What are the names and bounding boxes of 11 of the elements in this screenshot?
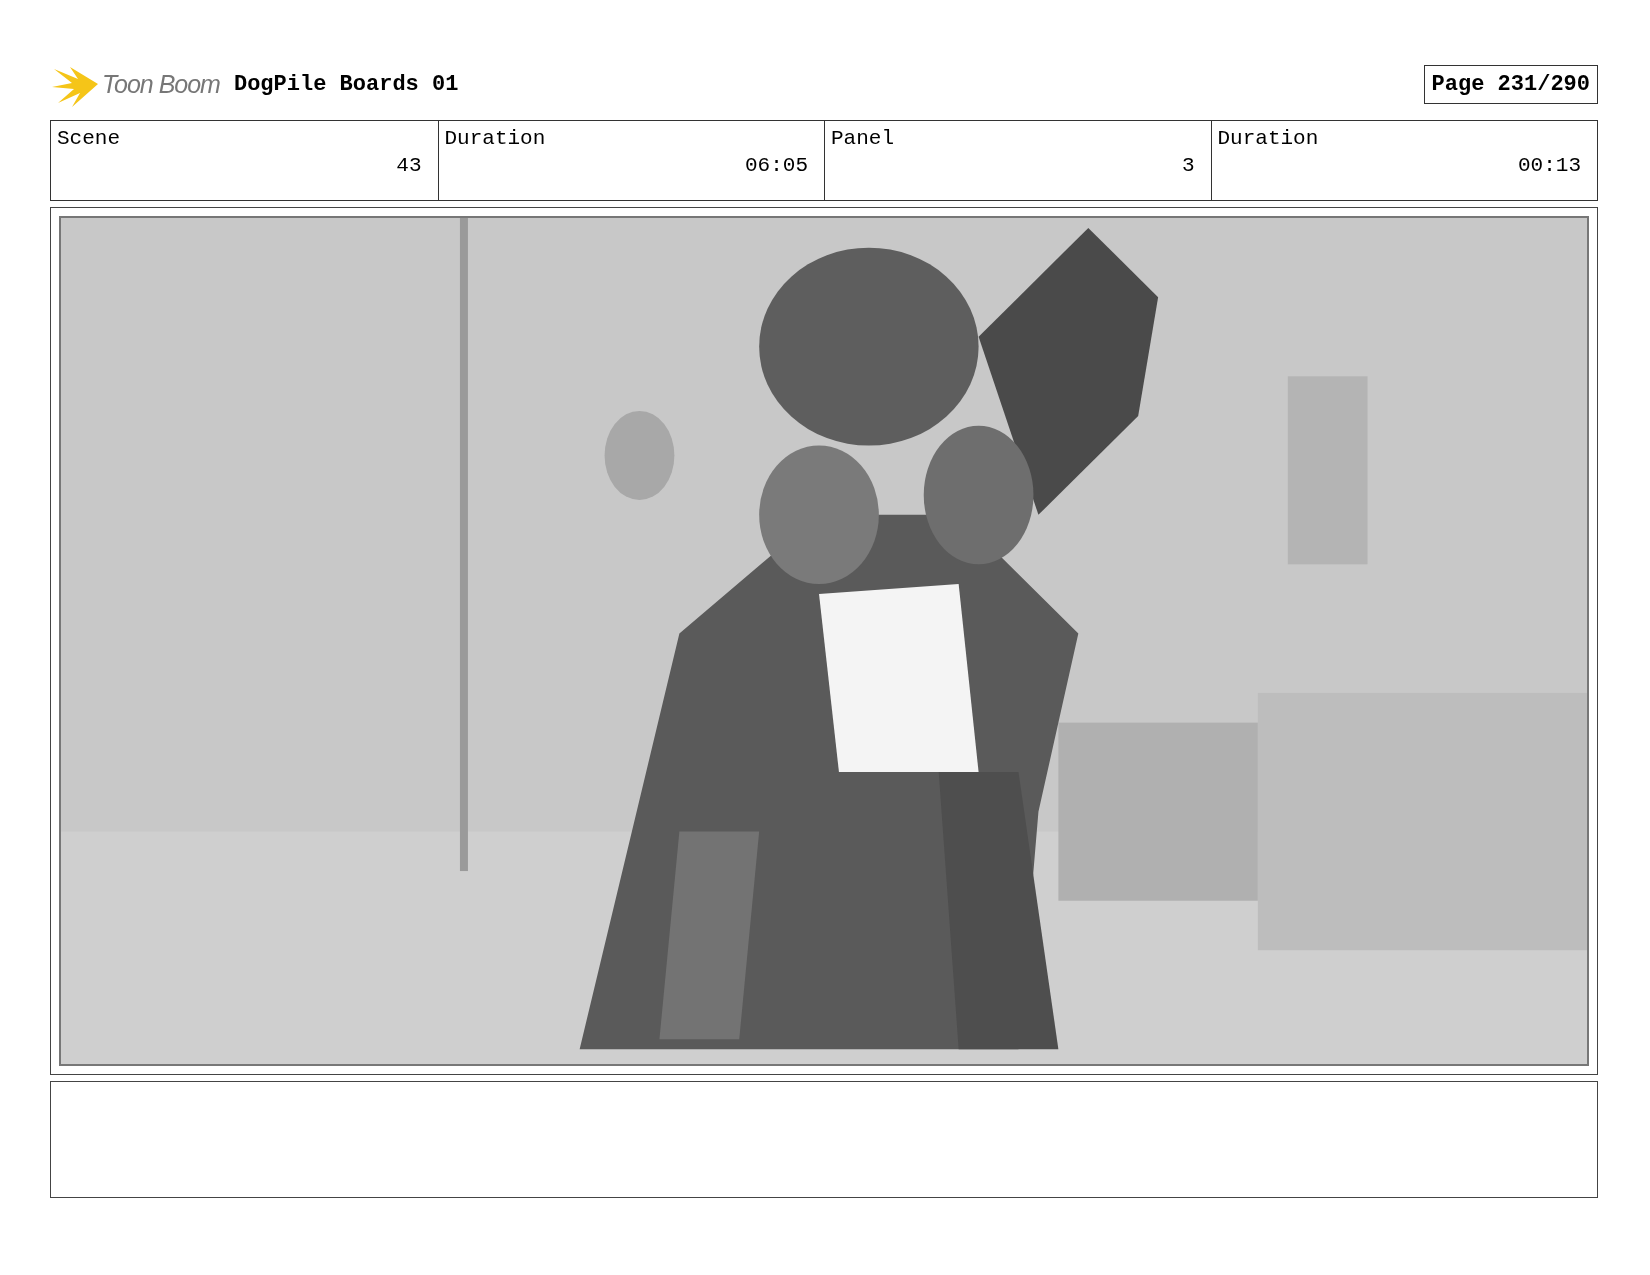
info-value: 00:13 (1518, 154, 1581, 177)
info-label: Scene (57, 127, 121, 150)
page-number: Page 231/290 (1423, 64, 1598, 104)
logo-text: Toon Boom (102, 69, 220, 99)
board-title: DogPile Boards 01 (233, 71, 459, 97)
info-label: Duration (444, 127, 547, 150)
info-value: 06:05 (745, 154, 808, 177)
info-label: Panel (831, 127, 895, 150)
info-label: Duration (1217, 127, 1320, 150)
info-value: 3 (1181, 154, 1195, 177)
info-value: 43 (396, 154, 422, 177)
